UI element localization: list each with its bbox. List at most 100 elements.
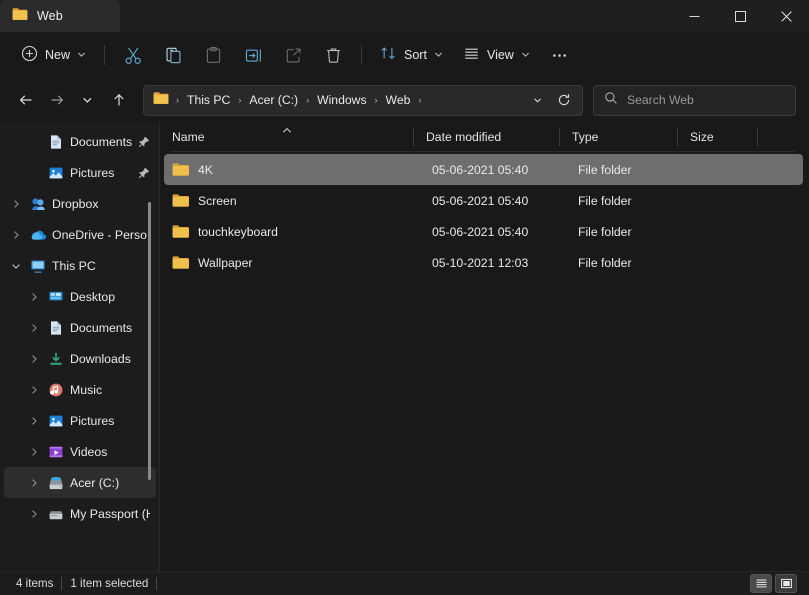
folder-icon bbox=[12, 7, 29, 26]
sidebar-item-label: Acer (C:) bbox=[70, 476, 119, 490]
breadcrumb-separator[interactable]: › bbox=[236, 95, 243, 105]
large-icons-view-toggle[interactable] bbox=[775, 574, 797, 593]
sidebar-item-pictures[interactable]: Pictures bbox=[4, 157, 156, 188]
search-input[interactable] bbox=[627, 93, 785, 107]
chevron-right-icon[interactable] bbox=[8, 196, 24, 212]
table-row[interactable]: Screen05-06-2021 05:40File folder bbox=[164, 185, 803, 216]
folder-icon bbox=[172, 162, 189, 177]
sidebar-item-dropbox[interactable]: Dropbox bbox=[4, 188, 156, 219]
sidebar-item-desktop[interactable]: Desktop bbox=[4, 281, 156, 312]
back-button[interactable] bbox=[11, 85, 41, 115]
sort-ascending-icon bbox=[282, 123, 292, 137]
table-row[interactable]: Wallpaper05-10-2021 12:03File folder bbox=[164, 247, 803, 278]
pane-divider[interactable] bbox=[159, 122, 160, 571]
externaldrive-icon bbox=[47, 505, 65, 523]
details-view-toggle[interactable] bbox=[750, 574, 772, 593]
column-header-date-modified[interactable]: Date modified bbox=[414, 122, 560, 152]
view-button[interactable]: View bbox=[454, 39, 539, 71]
delete-button[interactable] bbox=[314, 39, 352, 71]
sidebar-item-acer-c[interactable]: Acer (C:) bbox=[4, 467, 156, 498]
sidebar-item-label: Downloads bbox=[70, 352, 131, 366]
sidebar-item-pictures[interactable]: Pictures bbox=[4, 405, 156, 436]
sidebar-item-label: Music bbox=[70, 383, 102, 397]
breadcrumb-separator[interactable]: › bbox=[373, 95, 380, 105]
plus-circle-icon bbox=[21, 45, 38, 65]
table-row[interactable]: touchkeyboard05-06-2021 05:40File folder bbox=[164, 216, 803, 247]
view-list-icon bbox=[463, 45, 480, 65]
new-button[interactable]: New bbox=[12, 39, 95, 71]
sidebar-item-label: Documents bbox=[70, 321, 132, 335]
status-bar: 4 items 1 item selected bbox=[0, 571, 809, 595]
address-bar[interactable]: › This PC › Acer (C:) › Windows › Web › bbox=[143, 85, 583, 116]
breadcrumb-item-this-pc[interactable]: This PC bbox=[182, 90, 235, 110]
sidebar-item-this-pc[interactable]: This PC bbox=[4, 250, 156, 281]
column-header-type-label: Type bbox=[572, 130, 598, 144]
column-header-name[interactable]: Name bbox=[160, 122, 414, 152]
sidebar-item-onedrive-perso[interactable]: OneDrive - Perso bbox=[4, 219, 156, 250]
sidebar-item-downloads[interactable]: Downloads bbox=[4, 343, 156, 374]
minimize-button[interactable] bbox=[671, 0, 717, 32]
breadcrumb-separator[interactable]: › bbox=[304, 95, 311, 105]
rename-button[interactable] bbox=[234, 39, 272, 71]
chevron-right-icon[interactable] bbox=[26, 351, 42, 367]
table-row[interactable]: 4K05-06-2021 05:40File folder bbox=[164, 154, 803, 185]
copy-button[interactable] bbox=[154, 39, 192, 71]
breadcrumb: › This PC › Acer (C:) › Windows › Web › bbox=[174, 90, 526, 110]
header-divider bbox=[170, 151, 795, 152]
breadcrumb-item-web[interactable]: Web bbox=[381, 90, 416, 110]
date-modified-cell: 05-06-2021 05:40 bbox=[420, 225, 566, 239]
sidebar-item-documents[interactable]: Documents bbox=[4, 126, 156, 157]
toolbar-divider-1 bbox=[104, 45, 105, 65]
share-button[interactable] bbox=[274, 39, 312, 71]
forward-button[interactable] bbox=[42, 85, 72, 115]
downloads-icon bbox=[47, 350, 65, 368]
refresh-button[interactable] bbox=[552, 88, 576, 112]
breadcrumb-item-windows[interactable]: Windows bbox=[312, 90, 371, 110]
breadcrumb-separator[interactable]: › bbox=[416, 95, 423, 105]
maximize-button[interactable] bbox=[717, 0, 763, 32]
chevron-right-icon[interactable] bbox=[26, 444, 42, 460]
chevron-right-icon[interactable] bbox=[26, 475, 42, 491]
chevron-right-icon[interactable] bbox=[26, 382, 42, 398]
sidebar-item-my-passport-h[interactable]: My Passport (H bbox=[4, 498, 156, 529]
search-box[interactable] bbox=[593, 85, 796, 116]
explorer-tab-web[interactable]: Web bbox=[0, 0, 120, 32]
sidebar-item-documents[interactable]: Documents bbox=[4, 312, 156, 343]
recent-locations-button[interactable] bbox=[73, 85, 103, 115]
breadcrumb-separator[interactable]: › bbox=[174, 95, 181, 105]
chevron-down-icon[interactable] bbox=[8, 258, 24, 274]
paste-button[interactable] bbox=[194, 39, 232, 71]
up-button[interactable] bbox=[104, 85, 134, 115]
chevron-right-icon[interactable] bbox=[26, 289, 42, 305]
sidebar-item-label: My Passport (H bbox=[70, 507, 150, 521]
sort-button[interactable]: Sort bbox=[371, 39, 452, 71]
close-button[interactable] bbox=[763, 0, 809, 32]
pin-icon[interactable] bbox=[138, 167, 150, 179]
search-icon bbox=[604, 91, 618, 110]
sidebar-scrollbar-thumb[interactable] bbox=[148, 202, 151, 480]
breadcrumb-item-acer-c[interactable]: Acer (C:) bbox=[244, 90, 303, 110]
navigation-list: DocumentsPicturesDropboxOneDrive - Perso… bbox=[0, 126, 160, 529]
column-header-size[interactable]: Size bbox=[678, 122, 758, 152]
column-header-type[interactable]: Type bbox=[560, 122, 678, 152]
videos-icon bbox=[47, 443, 65, 461]
column-header-date-label: Date modified bbox=[426, 130, 501, 144]
status-selection: 1 item selected bbox=[62, 577, 156, 590]
sidebar-item-music[interactable]: Music bbox=[4, 374, 156, 405]
chevron-right-icon[interactable] bbox=[26, 320, 42, 336]
file-name-label: touchkeyboard bbox=[198, 225, 278, 239]
cut-button[interactable] bbox=[114, 39, 152, 71]
sidebar-item-videos[interactable]: Videos bbox=[4, 436, 156, 467]
chevron-right-icon[interactable] bbox=[26, 506, 42, 522]
previous-locations-button[interactable] bbox=[526, 88, 550, 112]
sidebar-item-label: OneDrive - Perso bbox=[52, 228, 147, 242]
onedrive-icon bbox=[29, 226, 47, 244]
type-cell: File folder bbox=[566, 163, 684, 177]
chevron-right-icon[interactable] bbox=[8, 227, 24, 243]
sidebar-item-label: Pictures bbox=[70, 414, 114, 428]
view-toggle-group bbox=[750, 574, 801, 593]
pin-icon[interactable] bbox=[138, 136, 150, 148]
see-more-button[interactable] bbox=[541, 39, 579, 71]
file-name-cell: Screen bbox=[164, 193, 420, 208]
chevron-right-icon[interactable] bbox=[26, 413, 42, 429]
